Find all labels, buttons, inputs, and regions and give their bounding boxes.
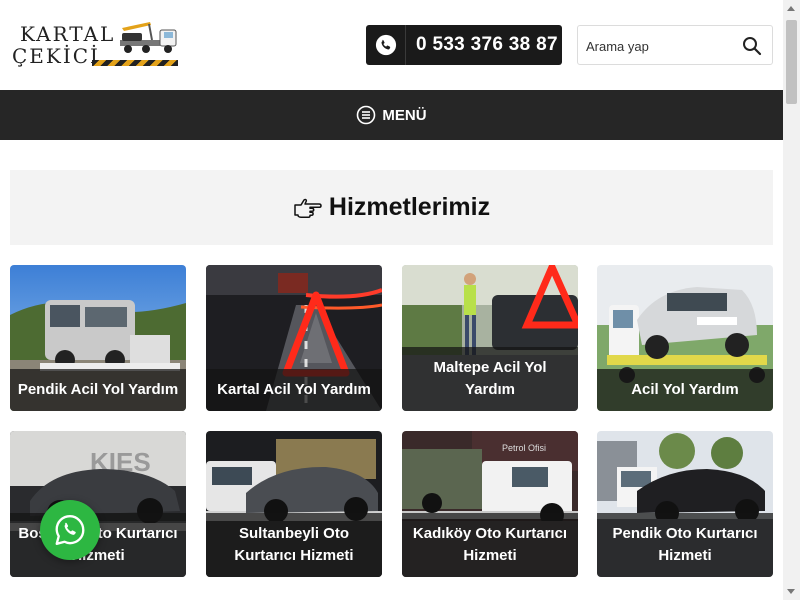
phone-call-button[interactable]: 0 533 376 38 87 [366, 25, 562, 65]
pointing-hand-icon [294, 198, 322, 218]
logo-text-line1: KARTAL [20, 22, 116, 46]
search-box [577, 25, 773, 65]
page: KARTAL ÇEKİCİ 0 533 376 38 87 Arama yap … [0, 0, 800, 600]
phone-number: 0 533 376 38 87 [416, 34, 558, 55]
svg-text:Petrol Ofisi: Petrol Ofisi [502, 443, 546, 453]
whatsapp-icon [55, 515, 85, 545]
logo-hazard-stripe [92, 60, 178, 66]
service-card-title: Pendik Acil Yol Yardım [10, 369, 186, 411]
scroll-down-arrow[interactable] [787, 589, 795, 594]
service-card-title: Kadıköy Oto Kurtarıcı Hizmeti [402, 513, 578, 577]
service-card[interactable]: Kartal Acil Yol Yardım [206, 265, 382, 411]
service-card-title: Maltepe Acil Yol Yardım [402, 347, 578, 411]
logo-text-line2: ÇEKİCİ [12, 44, 100, 68]
services-heading-box: Hizmetlerimiz [10, 170, 773, 245]
service-card[interactable]: Maltepe Acil Yol Yardım [402, 265, 578, 411]
service-card-title: Acil Yol Yardım [597, 369, 773, 411]
section-title: Hizmetlerimiz [328, 193, 491, 221]
site-header: KARTAL ÇEKİCİ 0 533 376 38 87 Arama yap [0, 0, 783, 90]
menu-label: MENÜ [382, 106, 427, 124]
page-scrollbar[interactable] [783, 0, 800, 600]
whatsapp-button[interactable] [40, 500, 100, 560]
service-card[interactable]: Pendik Acil Yol Yardım [10, 265, 186, 411]
scroll-up-arrow[interactable] [787, 6, 795, 11]
menu-button[interactable]: MENÜ [356, 105, 427, 125]
search-input[interactable] [586, 34, 736, 58]
hamburger-icon [357, 105, 376, 125]
service-card[interactable]: Pendik Oto Kurtarıcı Hizmeti [597, 431, 773, 577]
scroll-thumb[interactable] [786, 20, 797, 104]
search-icon[interactable] [742, 36, 762, 56]
service-card-title: Pendik Oto Kurtarıcı Hizmeti [597, 513, 773, 577]
main-nav: MENÜ [0, 90, 783, 140]
service-card[interactable]: Petrol Ofisi Kadıköy Oto Kurtarıcı Hizme… [402, 431, 578, 577]
phone-icon [366, 25, 406, 65]
service-card-title: Kartal Acil Yol Yardım [206, 369, 382, 411]
service-card[interactable]: KIES Bostancı Oto Kurtarıcı Hizmeti [10, 431, 186, 577]
service-card[interactable]: Sultanbeyli Oto Kurtarıcı Hizmeti [206, 431, 382, 577]
site-logo[interactable]: KARTAL ÇEKİCİ [8, 18, 180, 70]
service-card-title: Sultanbeyli Oto Kurtarıcı Hizmeti [206, 513, 382, 577]
service-card[interactable]: Acil Yol Yardım [597, 265, 773, 411]
tow-truck-icon [120, 22, 177, 53]
